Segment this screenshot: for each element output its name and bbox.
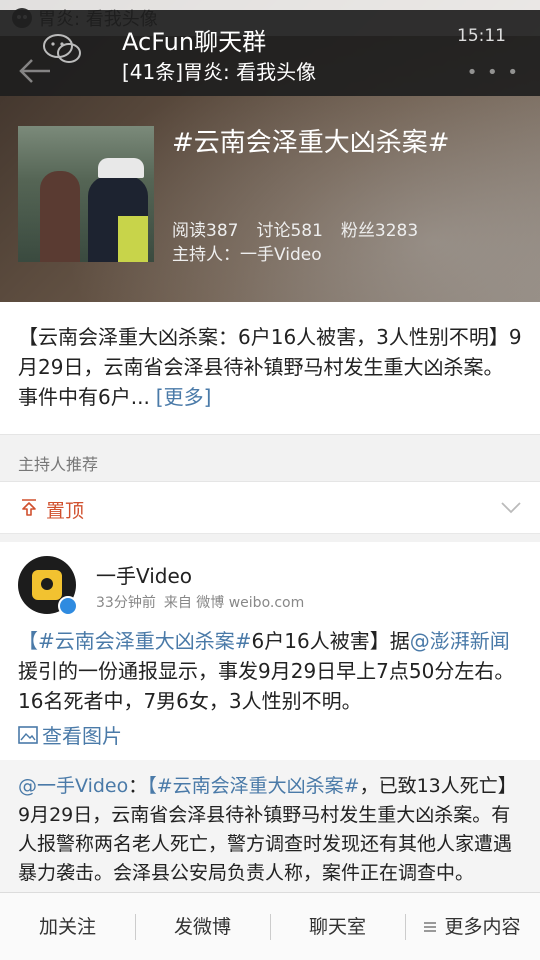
topic-title: #云南会泽重大凶杀案#: [172, 128, 450, 158]
post-source: 来自 微博 weibo.com: [163, 595, 305, 611]
post-body: 【#云南会泽重大凶杀案#6户16人被害】据@澎湃新闻 援引的一份通报显示，事发9…: [18, 626, 524, 716]
view-images-label: 查看图片: [42, 724, 122, 748]
section-label: 主持人推荐: [0, 434, 540, 482]
pinned-label: 置顶: [46, 500, 85, 522]
follow-button[interactable]: 加关注: [0, 912, 135, 942]
verified-badge-icon: [58, 596, 78, 616]
discussion-count: 讨论581: [256, 221, 323, 241]
mention-link[interactable]: @澎湃新闻: [410, 629, 510, 653]
reposted-content[interactable]: @一手Video：【#云南会泽重大凶杀案#，已致13人死亡】9月29日，云南省会…: [0, 760, 540, 892]
more-link[interactable]: [更多]: [156, 385, 212, 409]
repost-mention[interactable]: @一手Video: [18, 775, 128, 797]
topic-host[interactable]: 主持人：一手Video: [172, 240, 322, 265]
back-arrow-icon[interactable]: [18, 56, 52, 86]
post-text-2: 援引的一份通报显示，事发9月29日早上7点50分左右。16名死者中，7男6女，3…: [18, 659, 515, 713]
post-author[interactable]: 一手Video: [96, 560, 192, 589]
more-options-icon[interactable]: • • •: [467, 62, 520, 83]
topic-cover-image: [18, 126, 154, 262]
chat-subtitle: [41条]胃炎: 看我头像: [122, 60, 317, 84]
topic-tag-link[interactable]: 【#云南会泽重大凶杀案#: [18, 629, 252, 653]
view-images-link[interactable]: 查看图片: [18, 720, 122, 749]
repost-tag[interactable]: 【#云南会泽重大凶杀案#: [147, 775, 359, 797]
post-weibo-button[interactable]: 发微博: [135, 912, 270, 942]
topic-summary: 【云南会泽重大凶杀案：6户16人被害，3人性别不明】9月29日，云南省会泽县待补…: [0, 302, 540, 434]
chat-notification-banner[interactable]: AcFun聊天群 [41条]胃炎: 看我头像 15:11: [0, 10, 540, 96]
divider: [0, 534, 540, 542]
chat-title: AcFun聊天群: [122, 28, 267, 56]
repost-colon: ：: [128, 775, 148, 797]
summary-text: 【云南会泽重大凶杀案：6户16人被害，3人性别不明】9月29日，云南省会泽县待补…: [18, 325, 522, 409]
more-content-label: 更多内容: [444, 915, 521, 938]
topic-stats: 阅读387 讨论581 粉丝3283: [172, 216, 418, 241]
read-count: 阅读387: [172, 221, 239, 241]
fans-count: 粉丝3283: [340, 221, 419, 241]
weibo-post[interactable]: 一手Video 33分钟前 来自 微博 weibo.com 【#云南会泽重大凶杀…: [0, 542, 540, 892]
post-meta: 33分钟前 来自 微博 weibo.com: [96, 592, 304, 612]
pinned-row[interactable]: 置顶: [0, 482, 540, 534]
post-text-1: 6户16人被害】据: [251, 629, 410, 653]
pin-top-icon: [22, 499, 36, 516]
chat-room-button[interactable]: 聊天室: [270, 912, 405, 942]
post-time: 33分钟前: [96, 595, 156, 611]
menu-icon: [424, 922, 437, 932]
notification-time: 15:11: [457, 26, 506, 46]
bottom-action-bar: 加关注 发微博 聊天室 更多内容: [0, 892, 540, 960]
image-icon: [18, 725, 38, 744]
more-content-button[interactable]: 更多内容: [405, 912, 540, 942]
chevron-down-icon[interactable]: [500, 498, 522, 516]
